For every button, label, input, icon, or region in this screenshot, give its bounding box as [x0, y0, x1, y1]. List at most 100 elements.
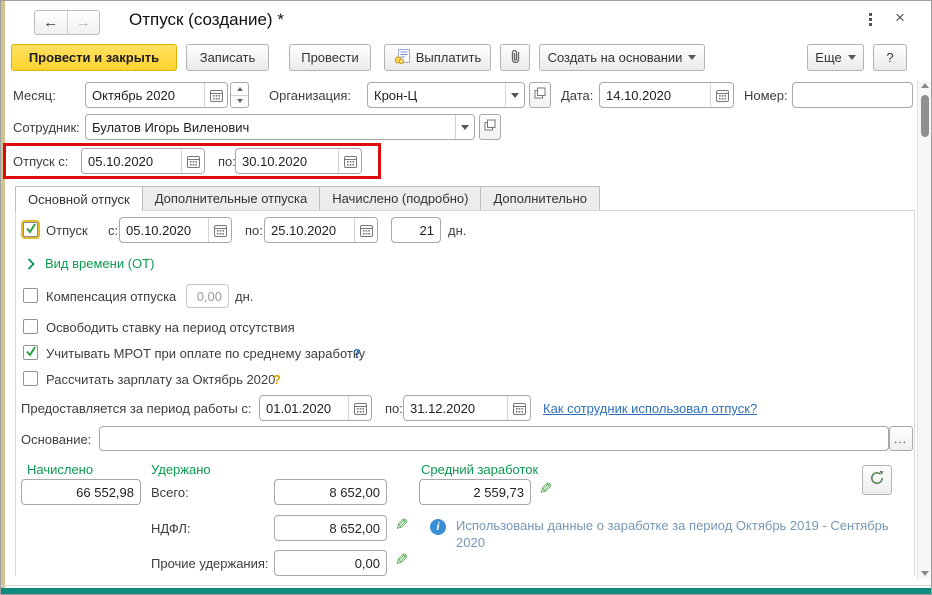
vacation-checkbox[interactable]: [23, 222, 38, 237]
days-unit-label: дн.: [448, 223, 467, 238]
calc-salary-help-icon[interactable]: ?: [273, 372, 281, 387]
month-spinner[interactable]: [230, 82, 249, 108]
mrot-help-icon[interactable]: ?: [353, 346, 361, 361]
calendar-icon[interactable]: [348, 396, 371, 420]
scroll-up-icon[interactable]: [921, 83, 929, 88]
date-label: Дата:: [561, 88, 594, 103]
release-rate-label: Освободить ставку на период отсутствия: [46, 320, 295, 335]
bottom-accent-bar: [1, 588, 931, 594]
vacation-to-input[interactable]: [236, 149, 338, 173]
calendar-icon[interactable]: [181, 149, 204, 173]
check-icon: [25, 344, 37, 362]
employee-field: [85, 114, 475, 140]
dropdown-icon[interactable]: [505, 83, 524, 107]
pay-button-label: Выплатить: [415, 50, 482, 65]
refresh-icon: [869, 470, 885, 491]
employee-input[interactable]: [86, 115, 455, 139]
from-label: с:: [108, 223, 119, 238]
month-label: Месяц:: [13, 88, 56, 103]
organization-field: [367, 82, 525, 108]
other-withholdings-input[interactable]: [274, 550, 387, 576]
work-period-to-field: [403, 395, 531, 421]
organization-open-button[interactable]: [529, 82, 551, 108]
time-type-expander-link[interactable]: Вид времени (ОТ): [45, 256, 154, 271]
calendar-icon[interactable]: [338, 149, 361, 173]
mrot-checkbox[interactable]: [23, 345, 38, 360]
number-label: Номер:: [744, 88, 788, 103]
vertical-scrollbar[interactable]: [917, 80, 931, 579]
calendar-icon[interactable]: [208, 218, 231, 242]
pay-button[interactable]: Выплатить: [384, 44, 491, 71]
tab-additional-vacations[interactable]: Дополнительные отпуска: [141, 186, 321, 210]
vacation-from-input[interactable]: [82, 149, 181, 173]
work-period-from-input[interactable]: [260, 396, 348, 420]
withheld-total-input[interactable]: [274, 479, 387, 505]
compensation-label: Компенсация отпуска: [46, 289, 177, 304]
tab-vacation-from-field: [119, 217, 232, 243]
employee-open-button[interactable]: [479, 114, 501, 140]
compensation-days-input[interactable]: [187, 285, 228, 307]
back-arrow-icon: ←: [43, 14, 59, 31]
month-input[interactable]: [86, 83, 204, 107]
edit-ndfl-pencil-icon[interactable]: ✎: [395, 517, 408, 534]
help-button[interactable]: ?: [873, 44, 907, 71]
chevron-down-icon: [847, 55, 856, 60]
vacation-to-field: [235, 148, 362, 174]
forward-button[interactable]: →: [66, 11, 100, 34]
month-field: [85, 82, 228, 108]
number-input[interactable]: [792, 82, 913, 108]
tab-main-vacation[interactable]: Основной отпуск: [15, 186, 143, 211]
attach-button[interactable]: [500, 44, 530, 71]
average-earnings-header: Средний заработок: [421, 462, 539, 477]
post-button[interactable]: Провести: [289, 44, 371, 71]
accrued-input[interactable]: [21, 479, 141, 505]
calc-salary-checkbox[interactable]: [23, 371, 38, 386]
tab-accrued-detail[interactable]: Начислено (подробно): [319, 186, 482, 210]
tab-vacation-from-input[interactable]: [120, 218, 208, 242]
back-button[interactable]: ←: [35, 11, 67, 34]
scroll-down-icon[interactable]: [921, 571, 929, 576]
calendar-icon[interactable]: [204, 83, 227, 107]
date-input[interactable]: [600, 83, 710, 107]
post-and-close-button[interactable]: Провести и закрыть: [11, 44, 177, 71]
tab-additional[interactable]: Дополнительно: [480, 186, 601, 210]
window-left-edge: [1, 1, 5, 594]
edit-average-pencil-icon[interactable]: ✎: [539, 481, 552, 498]
scrollbar-thumb[interactable]: [921, 95, 929, 137]
tab-vacation-to-input[interactable]: [265, 218, 354, 242]
spinner-down-icon[interactable]: [231, 94, 248, 108]
chevron-right-icon[interactable]: [27, 257, 35, 275]
kebab-menu-icon[interactable]: [869, 13, 872, 26]
work-period-label: Предоставляется за период работы с:: [21, 401, 252, 416]
calendar-icon[interactable]: [354, 218, 377, 242]
vacation-days-input[interactable]: [391, 217, 441, 243]
vacation-from-field: [81, 148, 205, 174]
basis-more-button[interactable]: ...: [889, 426, 913, 451]
work-period-from-field: [259, 395, 372, 421]
close-icon[interactable]: ×: [895, 8, 905, 28]
calendar-icon[interactable]: [507, 396, 530, 420]
vacation-document-window: ← → Отпуск (создание) * × Провести и зак…: [0, 0, 932, 595]
dropdown-icon[interactable]: [455, 115, 474, 139]
edit-other-pencil-icon[interactable]: ✎: [395, 552, 408, 569]
paperclip-icon: [509, 48, 522, 67]
refresh-button[interactable]: [862, 465, 892, 495]
compensation-days-field: [186, 284, 229, 308]
page-title: Отпуск (создание) *: [129, 10, 284, 29]
vacation-usage-link[interactable]: Как сотрудник использовал отпуск?: [543, 401, 757, 416]
create-based-on-button[interactable]: Создать на основании: [539, 44, 705, 71]
calc-salary-label: Рассчитать зарплату за Октябрь 2020: [46, 372, 276, 387]
calendar-icon[interactable]: [710, 83, 733, 107]
info-icon: i: [430, 519, 446, 535]
spinner-up-icon[interactable]: [231, 83, 248, 95]
organization-input[interactable]: [368, 83, 505, 107]
average-earnings-input[interactable]: [419, 479, 531, 505]
release-rate-checkbox[interactable]: [23, 319, 38, 334]
more-button[interactable]: Еще: [807, 44, 864, 71]
compensation-checkbox[interactable]: [23, 288, 38, 303]
write-button[interactable]: Записать: [186, 44, 269, 71]
work-period-to-input[interactable]: [404, 396, 507, 420]
ndfl-input[interactable]: [274, 515, 387, 541]
basis-input[interactable]: [99, 426, 889, 451]
other-withholdings-label: Прочие удержания:: [151, 556, 269, 571]
